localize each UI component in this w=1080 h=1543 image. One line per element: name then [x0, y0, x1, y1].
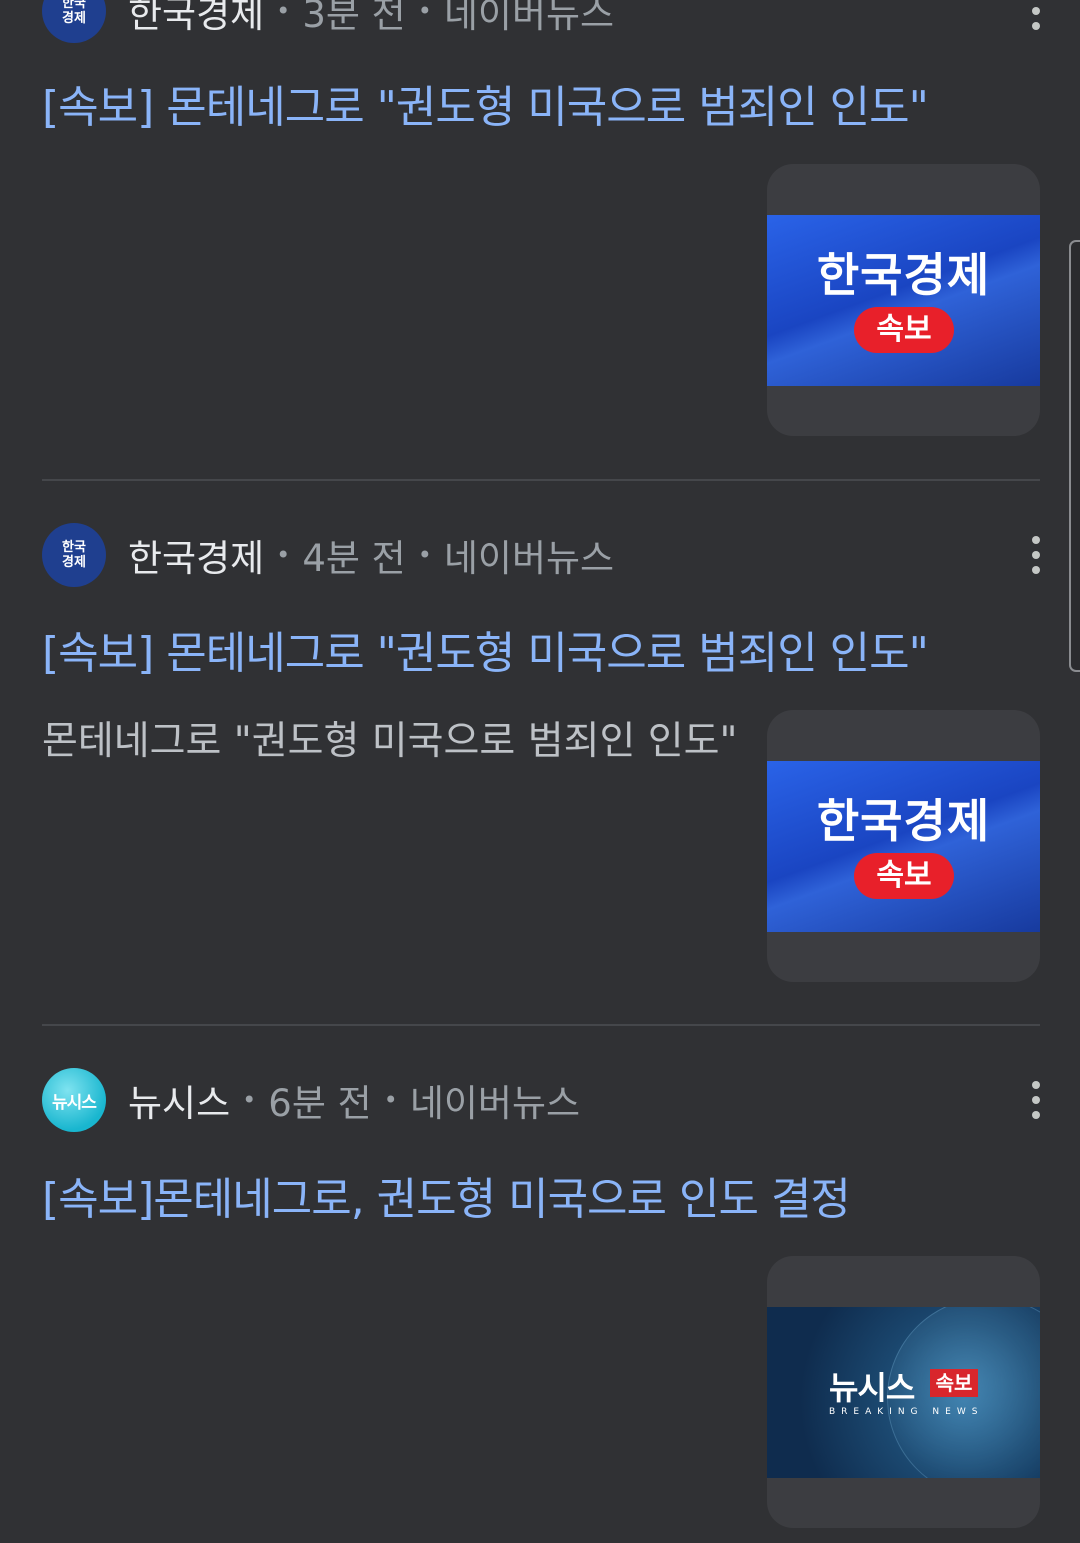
platform-name: 네이버뉴스: [443, 0, 615, 36]
platform-name: 네이버뉴스: [443, 537, 615, 580]
logo-text: 뉴시스: [52, 1092, 97, 1113]
source-name[interactable]: 한국경제: [128, 528, 264, 582]
thumbnail-subtitle: BREAKING NEWS: [829, 1407, 984, 1417]
article-thumbnail[interactable]: 한국경제 속보: [767, 710, 1040, 982]
thumbnail-image: 한국경제 속보: [767, 215, 1040, 386]
article-headline[interactable]: [속보] 몬테네그로 "권도형 미국으로 범죄인 인도": [42, 626, 1032, 682]
breaking-badge: 속보: [930, 1369, 978, 1397]
breaking-badge: 속보: [854, 853, 954, 899]
source-name[interactable]: 한국경제: [128, 0, 264, 38]
article-thumbnail[interactable]: 뉴시스 속보 BREAKING NEWS: [767, 1256, 1040, 1528]
article-headline[interactable]: [속보] 몬테네그로 "권도형 미국으로 범죄인 인도": [42, 80, 1032, 136]
thumbnail-image: 한국경제 속보: [767, 761, 1040, 932]
source-row: 한국경제 • 3분 전 • 네이버뉴스: [128, 0, 614, 43]
published-time: 3분 전: [302, 0, 406, 36]
divider: [42, 479, 1040, 481]
thumbnail-title: 뉴시스: [829, 1369, 915, 1407]
logo-text: 한국 경제: [62, 0, 86, 26]
separator-dot: •: [276, 0, 291, 25]
source-logo-hankyung: 한국 경제: [42, 523, 106, 587]
thumbnail-image: 뉴시스 속보 BREAKING NEWS: [767, 1307, 1040, 1478]
scrollbar[interactable]: [1069, 240, 1080, 672]
source-logo-newsis: 뉴시스: [42, 1068, 106, 1132]
separator-dot: •: [383, 1086, 398, 1114]
source-name[interactable]: 뉴시스: [128, 1073, 230, 1127]
article-snippet: 몬테네그로 "권도형 미국으로 범죄인 인도": [42, 719, 738, 764]
article-headline[interactable]: [속보]몬테네그로, 권도형 미국으로 인도 결정: [42, 1172, 1032, 1228]
more-vert-icon[interactable]: [1022, 523, 1050, 587]
platform-name: 네이버뉴스: [409, 1082, 581, 1125]
separator-dot: •: [417, 541, 432, 569]
article-thumbnail[interactable]: 한국경제 속보: [767, 164, 1040, 436]
separator-dot: •: [242, 1086, 257, 1114]
thumbnail-title: 한국경제: [816, 794, 991, 848]
published-time: 6분 전: [268, 1082, 372, 1125]
separator-dot: •: [417, 0, 432, 25]
thumbnail-title: 한국경제: [816, 248, 991, 302]
more-vert-icon[interactable]: [1022, 0, 1050, 43]
separator-dot: •: [276, 541, 291, 569]
breaking-badge: 속보: [854, 307, 954, 353]
source-row: 한국경제 • 4분 전 • 네이버뉴스: [128, 523, 614, 587]
source-row: 뉴시스 • 6분 전 • 네이버뉴스: [128, 1068, 580, 1132]
source-logo-hankyung: 한국 경제: [42, 0, 106, 43]
logo-text: 한국 경제: [62, 540, 86, 570]
more-vert-icon[interactable]: [1022, 1068, 1050, 1132]
divider: [42, 1024, 1040, 1026]
published-time: 4분 전: [302, 537, 406, 580]
